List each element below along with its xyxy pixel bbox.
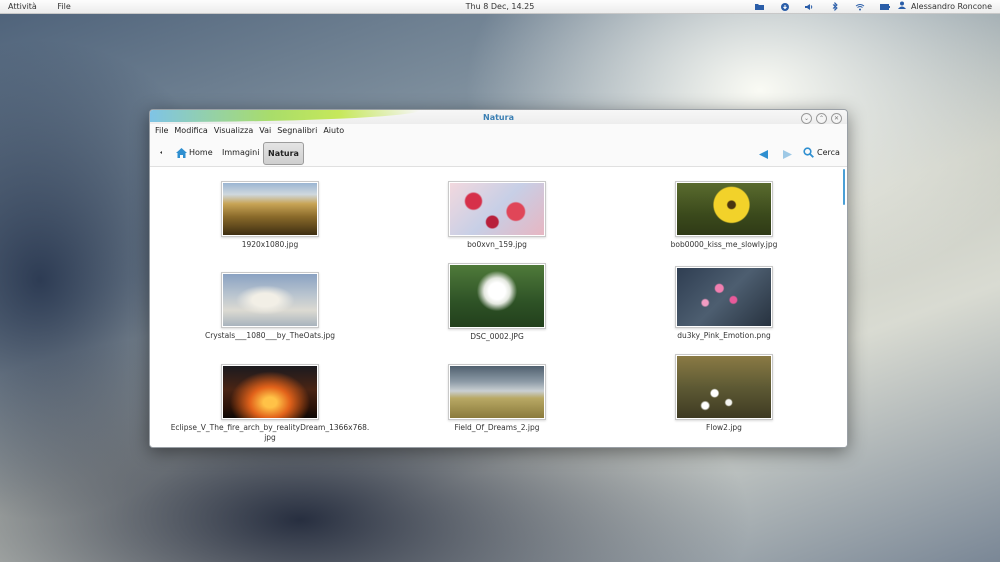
wifi-icon[interactable]	[853, 0, 867, 13]
menu-segnalibri[interactable]: Segnalibri	[277, 126, 317, 138]
file-item[interactable]: 1920x1080.jpg	[190, 181, 350, 250]
menu-vai[interactable]: Vai	[259, 126, 271, 138]
maximize-button[interactable]: ⌃	[816, 113, 827, 124]
file-name: du3ky_Pink_Emotion.png	[677, 331, 771, 340]
thumbnail-yellow-flower	[675, 181, 773, 237]
file-item[interactable]: Eclipse_V_The_fire_arch_by_realityDream_…	[157, 364, 383, 443]
thumbnail-fire-sky	[221, 364, 319, 420]
user-name: Alessandro Roncone	[910, 2, 992, 11]
battery-icon[interactable]	[878, 0, 892, 13]
user-icon	[897, 0, 906, 13]
toolbar: Home Immagini Natura Cerca	[150, 139, 847, 166]
file-item[interactable]: du3ky_Pink_Emotion.png	[644, 266, 804, 341]
scrollbar[interactable]	[843, 169, 845, 205]
file-name: DSC_0002.JPG	[470, 332, 524, 341]
thumbnail-white-flowers	[675, 354, 773, 420]
bluetooth-icon[interactable]	[828, 0, 842, 13]
window-title: Natura	[483, 113, 514, 122]
breadcrumb-natura[interactable]: Natura	[263, 142, 304, 165]
thumbnail-field	[448, 364, 546, 420]
search-icon	[803, 147, 814, 158]
menu-modifica[interactable]: Modifica	[174, 126, 207, 138]
breadcrumb-immagini[interactable]: Immagini	[222, 144, 259, 161]
file-name: bob0000_kiss_me_slowly.jpg	[670, 240, 778, 249]
file-name: 1920x1080.jpg	[241, 240, 299, 249]
file-grid: 1920x1080.jpg bo0xvn_159.jpg bob0000_kis…	[150, 166, 847, 447]
thumbnail-pink-blossom	[675, 266, 773, 328]
file-item[interactable]: Crystals___1080___by_TheOats.jpg	[190, 272, 350, 341]
file-item[interactable]: Field_Of_Dreams_2.jpg	[417, 364, 577, 433]
breadcrumb-home[interactable]: Home	[176, 144, 213, 161]
folder-icon[interactable]	[753, 0, 767, 13]
file-item[interactable]: DSC_0002.JPG	[417, 263, 577, 342]
file-name: Crystals___1080___by_TheOats.jpg	[204, 331, 336, 340]
file-name: Flow2.jpg	[706, 423, 742, 432]
file-manager-window: Natura ⌄ ⌃ ✕ File Modifica Visualizza Va…	[149, 109, 848, 448]
top-panel: Attività File Thu 8 Dec, 14.25 Alessandr…	[0, 0, 1000, 14]
close-button[interactable]: ✕	[831, 113, 842, 124]
file-name: Eclipse_V_The_fire_arch_by_realityDream_…	[170, 423, 370, 442]
forward-arrow-icon[interactable]	[783, 148, 792, 165]
user-menu[interactable]: Alessandro Roncone	[897, 0, 992, 13]
home-icon	[176, 147, 187, 158]
file-item[interactable]: bob0000_kiss_me_slowly.jpg	[644, 181, 804, 250]
search-button[interactable]: Cerca	[803, 144, 840, 161]
menu-bar: File Modifica Visualizza Vai Segnalibri …	[155, 126, 350, 138]
title-bar[interactable]: Natura ⌄ ⌃ ✕	[150, 110, 847, 124]
file-name: Field_Of_Dreams_2.jpg	[454, 423, 540, 432]
back-arrow-icon[interactable]	[759, 148, 768, 165]
update-icon[interactable]	[778, 0, 792, 13]
search-label: Cerca	[817, 148, 840, 157]
thumbnail-red-leaves	[448, 181, 546, 237]
breadcrumb-back-arrow-icon[interactable]	[159, 144, 163, 161]
thumbnail-dandelion	[448, 263, 546, 329]
menu-aiuto[interactable]: Aiuto	[323, 126, 344, 138]
system-tray: Alessandro Roncone	[742, 0, 992, 13]
thumbnail-wheat	[221, 181, 319, 237]
menu-file[interactable]: File	[155, 126, 168, 138]
minimize-button[interactable]: ⌄	[801, 113, 812, 124]
breadcrumb-home-label: Home	[189, 148, 213, 157]
thumbnail-frost-grass	[221, 272, 319, 328]
file-name: bo0xvn_159.jpg	[467, 240, 527, 249]
menu-visualizza[interactable]: Visualizza	[214, 126, 253, 138]
file-item[interactable]: bo0xvn_159.jpg	[417, 181, 577, 250]
volume-icon[interactable]	[803, 0, 817, 13]
file-item[interactable]: Flow2.jpg	[644, 354, 804, 433]
